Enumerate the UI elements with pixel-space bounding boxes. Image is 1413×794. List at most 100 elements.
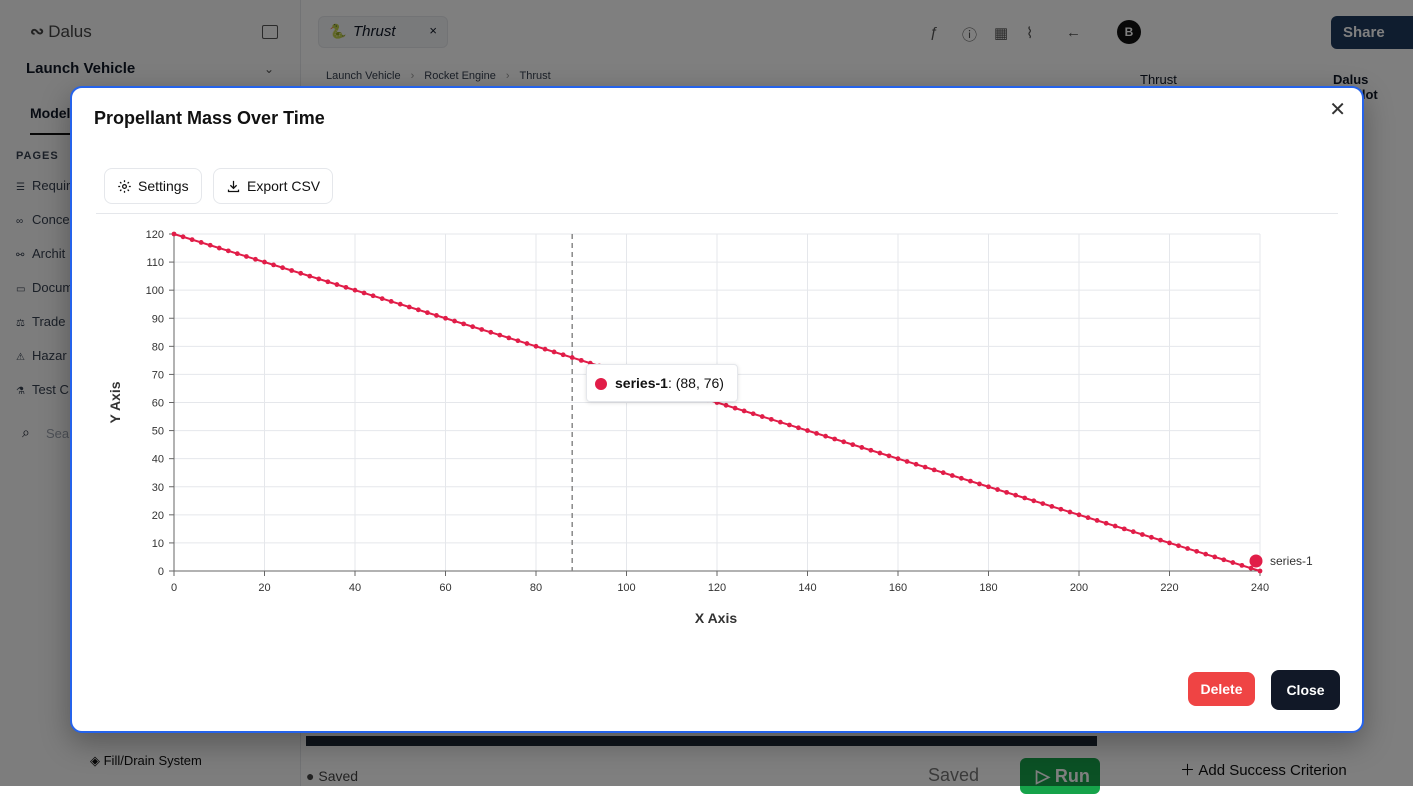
data-point bbox=[560, 352, 566, 358]
y-axis-label: Y Axis bbox=[107, 381, 123, 423]
legend-label: series-1 bbox=[1270, 554, 1313, 568]
y-tick-label: 0 bbox=[158, 566, 164, 578]
data-point bbox=[1004, 489, 1009, 495]
data-point bbox=[949, 473, 955, 478]
data-point bbox=[768, 416, 774, 422]
x-tick-label: 100 bbox=[617, 582, 635, 594]
data-point bbox=[280, 265, 285, 271]
x-tick-label: 0 bbox=[171, 582, 177, 594]
data-point bbox=[406, 304, 412, 310]
y-tick-label: 120 bbox=[146, 229, 164, 241]
data-point bbox=[370, 293, 376, 299]
data-point bbox=[741, 408, 747, 414]
tooltip-series-name: series-1 bbox=[615, 375, 668, 391]
data-point bbox=[1058, 506, 1064, 512]
data-point bbox=[841, 439, 847, 445]
data-point bbox=[1031, 498, 1037, 504]
data-point bbox=[759, 414, 765, 419]
data-point bbox=[415, 307, 421, 313]
y-tick-label: 90 bbox=[152, 313, 164, 325]
delete-button[interactable]: Delete bbox=[1188, 672, 1255, 706]
x-tick-label: 220 bbox=[1160, 582, 1178, 594]
chart-modal: Propellant Mass Over Time ✕ Settings Exp… bbox=[70, 86, 1364, 733]
data-point bbox=[1022, 495, 1028, 501]
data-point bbox=[1230, 560, 1236, 565]
y-tick-label: 70 bbox=[152, 369, 164, 381]
data-point bbox=[569, 355, 575, 360]
data-point bbox=[723, 402, 729, 408]
data-point bbox=[986, 484, 991, 490]
data-point bbox=[1112, 523, 1118, 529]
data-point bbox=[198, 240, 204, 245]
data-point bbox=[171, 231, 177, 237]
data-point bbox=[850, 442, 856, 448]
data-point bbox=[524, 341, 530, 346]
data-point bbox=[922, 464, 928, 470]
x-tick-label: 80 bbox=[530, 582, 542, 594]
data-point bbox=[316, 276, 322, 282]
data-point bbox=[1103, 520, 1109, 526]
data-point bbox=[334, 282, 340, 287]
x-tick-label: 200 bbox=[1070, 582, 1088, 594]
data-point bbox=[1130, 529, 1136, 535]
data-point bbox=[732, 405, 738, 411]
data-point bbox=[1257, 568, 1263, 574]
data-point bbox=[1167, 540, 1172, 546]
data-point bbox=[216, 245, 222, 251]
data-point bbox=[515, 338, 521, 344]
data-point bbox=[1121, 526, 1127, 532]
x-tick-label: 180 bbox=[979, 582, 997, 594]
data-point bbox=[904, 459, 910, 464]
data-point bbox=[1094, 518, 1100, 523]
data-point bbox=[1185, 546, 1190, 551]
data-point bbox=[940, 470, 946, 476]
data-point bbox=[823, 433, 828, 439]
data-point bbox=[1221, 557, 1227, 563]
x-tick-label: 120 bbox=[708, 582, 726, 594]
data-point bbox=[1076, 512, 1082, 518]
data-point bbox=[361, 290, 367, 296]
data-point bbox=[578, 357, 584, 363]
data-point bbox=[343, 284, 349, 290]
data-point bbox=[832, 436, 838, 442]
data-point bbox=[506, 335, 512, 341]
data-point bbox=[1203, 551, 1209, 557]
data-point bbox=[1067, 509, 1073, 515]
y-tick-label: 30 bbox=[152, 482, 164, 494]
data-point bbox=[225, 248, 231, 254]
data-point bbox=[307, 273, 313, 279]
y-tick-label: 80 bbox=[152, 341, 164, 353]
y-tick-label: 100 bbox=[146, 285, 164, 297]
data-point bbox=[461, 321, 466, 327]
data-point bbox=[805, 428, 810, 433]
data-point bbox=[750, 411, 756, 417]
data-point bbox=[497, 332, 503, 338]
x-tick-label: 20 bbox=[258, 582, 270, 594]
data-point bbox=[1194, 548, 1200, 554]
data-point bbox=[488, 329, 494, 335]
data-point bbox=[352, 287, 358, 293]
data-point bbox=[958, 475, 964, 481]
data-point bbox=[443, 315, 448, 321]
data-point bbox=[787, 422, 792, 428]
data-point bbox=[1013, 492, 1019, 498]
tooltip-value: : (88, 76) bbox=[667, 375, 724, 391]
data-point bbox=[298, 270, 304, 276]
data-point bbox=[180, 234, 186, 240]
data-point bbox=[479, 327, 485, 332]
data-point bbox=[388, 299, 394, 304]
data-point bbox=[325, 279, 331, 285]
data-point bbox=[189, 237, 195, 243]
data-point bbox=[814, 430, 819, 436]
x-tick-label: 140 bbox=[798, 582, 816, 594]
x-tick-label: 60 bbox=[439, 582, 451, 594]
close-button[interactable]: Close bbox=[1271, 670, 1340, 710]
data-point bbox=[533, 343, 539, 349]
data-point bbox=[1158, 537, 1163, 543]
data-point bbox=[1149, 534, 1154, 540]
data-point bbox=[262, 259, 267, 265]
data-point bbox=[1040, 501, 1046, 506]
legend-marker bbox=[1249, 554, 1263, 568]
series-color-dot bbox=[595, 378, 607, 390]
data-point bbox=[234, 251, 240, 257]
